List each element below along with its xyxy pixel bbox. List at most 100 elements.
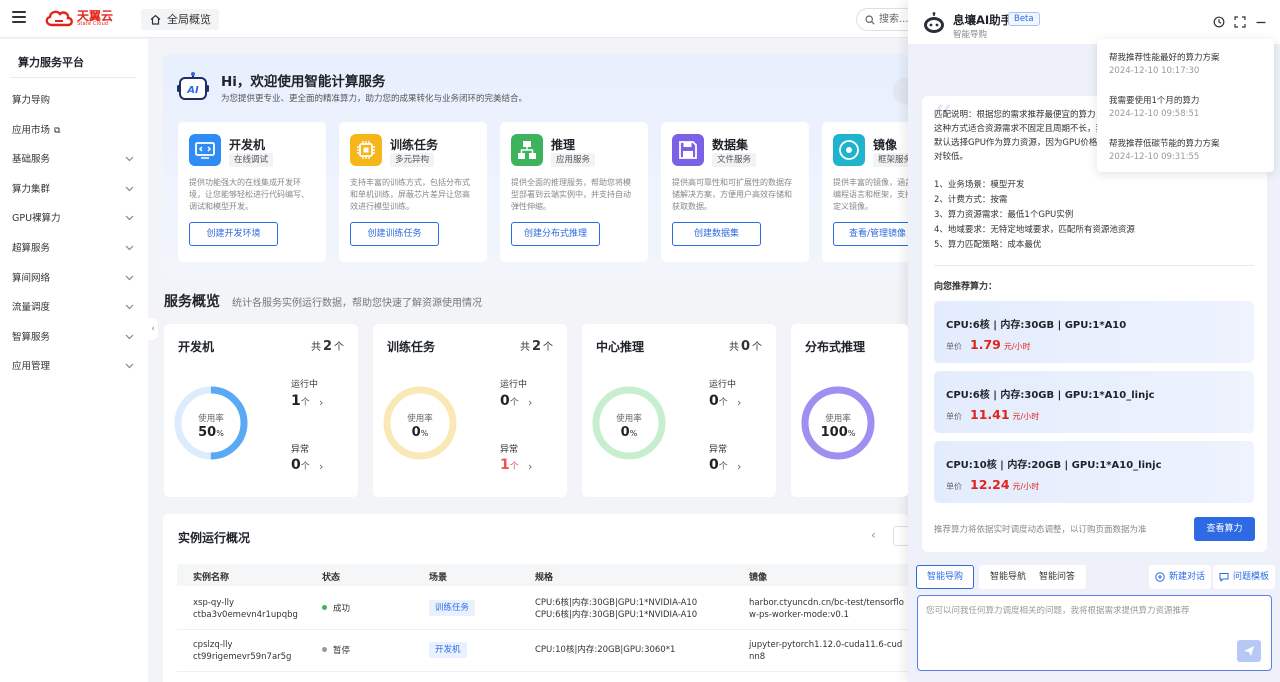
running-count[interactable]: 1个 — [291, 393, 310, 409]
chevron-right-icon[interactable]: › — [319, 460, 323, 473]
running-count[interactable]: 0个 — [709, 393, 728, 409]
criteria-item: 3、算力资源需求：最低1个GPU实例 — [934, 210, 1074, 220]
recommend-footnote: 推荐算力将依据实时调度动态调整，以订购页面数据为准 — [934, 525, 1147, 535]
send-button[interactable] — [1237, 640, 1261, 662]
overview-card: 开发机共 2 个使用率 50% 运行中 1个 › 异常 0个 › — [164, 324, 358, 497]
sidebar-item[interactable]: GPU裸算力 — [12, 209, 136, 229]
sidebar-item[interactable]: 超算服务 — [12, 239, 136, 259]
table-row[interactable]: cpslzq-lly ct99rigemevr59n7ar5g 暂停 开发机 CPU:1… — [177, 630, 908, 672]
chevron-right-icon[interactable]: › — [528, 396, 532, 409]
table-header: 实例名称 状态 场景 规格 镜像 — [177, 564, 908, 586]
service-action-button[interactable]: 创建数据集 — [672, 222, 761, 246]
banner-scroll-button[interactable] — [893, 77, 908, 105]
history-time: 2024-12-10 10:17:30 — [1109, 66, 1200, 76]
criteria-item: 1、业务场景：模型开发 — [934, 180, 1025, 190]
recommendation-card[interactable]: CPU:6核 | 内存:30GB | GPU:1*A10 单价 1.79 元/小时 — [934, 301, 1254, 363]
sidebar-item[interactable]: 流量调度 — [12, 298, 136, 318]
ai-robot-icon: AI — [177, 72, 209, 100]
fullscreen-icon[interactable] — [1234, 16, 1246, 28]
sidebar-item[interactable]: 智算服务 — [12, 328, 136, 348]
chevron-right-icon[interactable]: › — [737, 396, 741, 409]
sidebar-item[interactable]: 算力导购 — [12, 91, 136, 111]
usage-value: 100% — [800, 425, 876, 440]
tab-smart-qa[interactable]: 智能问答 — [1028, 565, 1087, 589]
price-label: 单价 — [946, 412, 962, 421]
chevron-down-icon — [125, 275, 134, 280]
sidebar-item[interactable]: 基础服务 — [12, 150, 136, 170]
minimize-icon[interactable] — [1255, 16, 1267, 28]
sidebar-item[interactable]: 应用市场 ⧉ — [12, 121, 136, 141]
new-chat-button[interactable]: 新建对话 — [1149, 565, 1212, 589]
chevron-right-icon[interactable]: › — [528, 460, 532, 473]
tab-smart-shopping[interactable]: 智能导购 — [916, 565, 975, 589]
running-number: 1 — [291, 393, 301, 409]
card-title: 训练任务 — [387, 340, 436, 354]
recommendation-spec: CPU:6核 | 内存:30GB | GPU:1*A10_linjc — [946, 390, 1155, 401]
recommendation-spec: CPU:10核 | 内存:20GB | GPU:1*A10_linjc — [946, 460, 1162, 471]
card-total: 共2个 — [520, 338, 553, 354]
service-action-button[interactable]: 创建分布式推理 — [511, 222, 600, 246]
logo[interactable]: 天翼云 State Cloud — [44, 9, 113, 27]
chevron-down-icon — [125, 156, 134, 162]
service-action-button[interactable]: 创建训练任务 — [350, 222, 439, 246]
price-value: 11.41 — [970, 407, 1010, 422]
sidebar-item[interactable]: 算间网络 — [12, 269, 136, 289]
service-name: 训练任务 — [390, 138, 439, 152]
abnormal-label: 异常 — [709, 445, 728, 455]
table-row[interactable]: xsp-qy-lly ctba3v0emevn4r1upqbg 成功 训练任务 CPU:… — [177, 588, 908, 630]
menu-icon[interactable] — [12, 11, 26, 23]
sidebar-item[interactable]: 算力集群 — [12, 180, 136, 200]
history-question[interactable]: 帮我推荐低碳节能的算力方案 — [1109, 137, 1220, 149]
question-template-button[interactable]: 问题模板 — [1213, 565, 1276, 589]
history-question[interactable]: 我需要使用1个月的算力 — [1109, 94, 1199, 106]
running-count[interactable]: 0个 — [500, 393, 519, 409]
chevron-right-icon[interactable]: › — [737, 460, 741, 473]
view-compute-button[interactable]: 查看算力 — [1194, 517, 1255, 541]
status-dot — [322, 605, 327, 610]
assistant-name: 息壤AI助手 — [953, 13, 1013, 27]
abnormal-count[interactable]: 0个 — [291, 457, 310, 473]
search-input[interactable]: 搜索... — [856, 8, 916, 31]
card-total: 共0个 — [729, 338, 762, 354]
chip-icon — [350, 134, 382, 166]
service-name: 推理 — [551, 138, 576, 152]
total-prefix: 共 — [310, 342, 321, 353]
sidebar-item[interactable]: 应用管理 — [12, 357, 136, 377]
service-tag: 应用服务 — [551, 153, 596, 167]
instance-spec: CPU:10核|内存:20GB|GPU:3060*1 — [535, 644, 675, 656]
sidebar-item-label: 智算服务 — [12, 331, 51, 343]
banner-title: Hi，欢迎使用智能计算服务 — [221, 74, 386, 90]
instance-id-line: ct99rigemevr59n7ar5g — [193, 652, 292, 662]
send-icon — [1244, 646, 1254, 656]
platform-title: 算力服务平台 — [18, 56, 84, 69]
prev-page-button[interactable]: ‹ — [871, 528, 876, 542]
usage-number: 50 — [198, 425, 217, 440]
chevron-down-icon — [125, 215, 134, 221]
external-link-icon: ⧉ — [54, 125, 61, 136]
monitor-code-icon — [189, 134, 221, 166]
abnormal-unit: 个 — [509, 462, 519, 472]
service-action-button[interactable]: 创建开发环境 — [189, 222, 278, 246]
usage-label: 使用率 — [825, 414, 851, 424]
abnormal-count[interactable]: 1个 — [500, 457, 519, 473]
recommendation-card[interactable]: CPU:10核 | 内存:20GB | GPU:1*A10_linjc 单价 12.… — [934, 441, 1254, 503]
history-clock-icon[interactable] — [1213, 16, 1225, 28]
chat-input[interactable] — [926, 604, 1261, 640]
running-number: 0 — [500, 393, 510, 409]
cloud-logo-icon — [45, 10, 73, 27]
next-page-button[interactable] — [893, 526, 908, 546]
history-question[interactable]: 帮我推荐性能最好的算力方案 — [1109, 51, 1220, 63]
sidebar-collapse-button[interactable]: ‹ — [148, 318, 158, 340]
beta-badge: Beta — [1008, 12, 1040, 26]
disc-icon — [833, 134, 865, 166]
abnormal-count[interactable]: 0个 — [709, 457, 728, 473]
chevron-right-icon[interactable]: › — [319, 396, 323, 409]
usage-value: 0% — [382, 425, 458, 440]
criteria-item: 4、地域要求：无特定地域要求，匹配所有资源池资源 — [934, 225, 1135, 235]
recommendation-card[interactable]: CPU:6核 | 内存:30GB | GPU:1*A10_linjc 单价 11.4… — [934, 371, 1254, 433]
tab-global-overview[interactable]: 全局概览 — [141, 9, 219, 30]
col-spec: 规格 — [535, 573, 554, 583]
service-action-button[interactable]: 查看/管理镜像 — [833, 222, 908, 246]
total-count: 2 — [531, 339, 541, 354]
usage-label: 使用率 — [407, 414, 433, 424]
